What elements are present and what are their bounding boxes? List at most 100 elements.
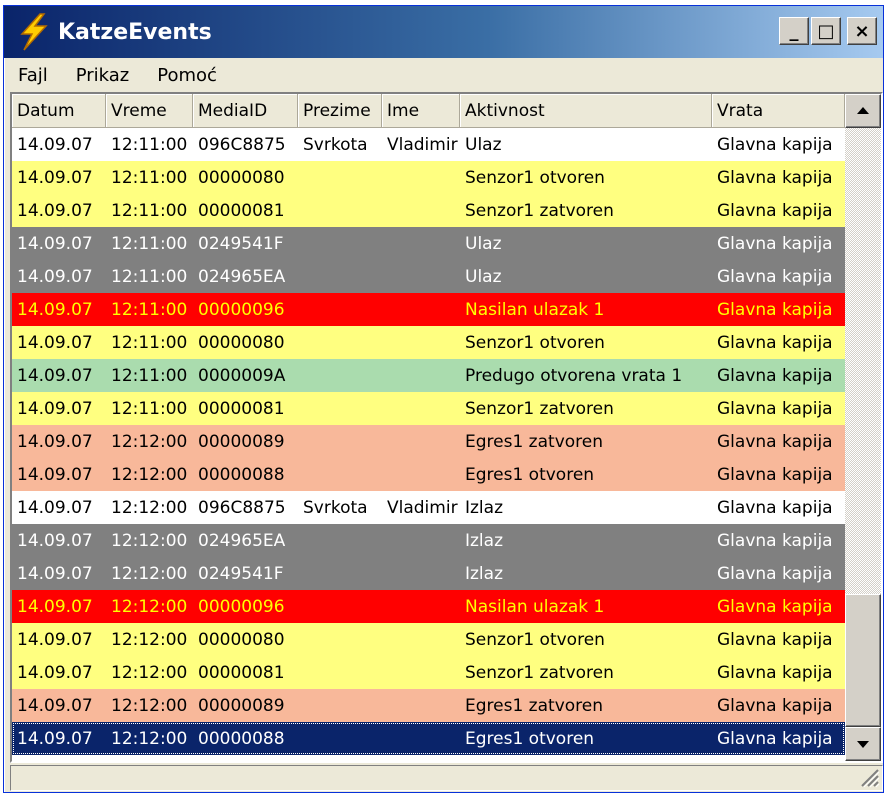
cell-datum: 14.09.07 — [17, 332, 93, 353]
cell-vrata: Glavna kapija — [717, 233, 833, 254]
cell-mediaid: 00000088 — [198, 464, 285, 485]
cell-aktivnost: Nasilan ulazak 1 — [465, 299, 605, 320]
table-row[interactable]: 14.09.07 12:11:00 024965EA Ulaz Glavna kapij… — [12, 260, 845, 293]
table-row[interactable]: 14.09.07 12:11:00 00000081 Senzor1 zatvoren… — [12, 194, 845, 227]
cell-mediaid: 00000081 — [198, 200, 285, 221]
cell-vrata: Glavna kapija — [717, 629, 833, 650]
cell-mediaid: 00000089 — [198, 695, 285, 716]
cell-mediaid: 00000089 — [198, 431, 285, 452]
table-row[interactable]: 14.09.07 12:12:00 00000089 Egres1 zatvoren G… — [12, 689, 845, 722]
cell-vreme: 12:11:00 — [111, 134, 188, 155]
cell-mediaid: 024965EA — [198, 266, 286, 287]
cell-aktivnost: Egres1 otvoren — [465, 728, 595, 749]
cell-mediaid: 096C8875 — [198, 134, 286, 155]
table-row[interactable]: 14.09.07 12:12:00 00000088 Egres1 otvoren Gl… — [12, 458, 845, 491]
cell-ime — [382, 656, 460, 689]
menu-pomoc[interactable]: Pomoć — [153, 65, 221, 86]
cell-datum: 14.09.07 — [17, 695, 93, 716]
scrollbar-thumb[interactable] — [845, 594, 881, 727]
table-row[interactable]: 14.09.07 12:11:00 00000080 Senzor1 otvoren G… — [12, 161, 845, 194]
cell-datum: 14.09.07 — [17, 431, 93, 452]
resize-grip-icon[interactable] — [858, 766, 880, 788]
table-row[interactable]: 14.09.07 12:11:00 0249541F Ulaz Glavna kapij… — [12, 227, 845, 260]
cell-prezime — [298, 425, 382, 458]
cell-ime — [382, 524, 460, 557]
cell-ime — [382, 260, 460, 293]
cell-vrata: Glavna kapija — [717, 497, 833, 518]
table-row[interactable]: 14.09.07 12:11:00 00000096 Nasilan ulazak 1… — [12, 293, 845, 326]
table-row[interactable]: 14.09.07 12:11:00 00000081 Senzor1 zatvoren… — [12, 392, 845, 425]
cell-datum: 14.09.07 — [17, 728, 93, 749]
cell-datum: 14.09.07 — [17, 299, 93, 320]
vertical-scrollbar[interactable] — [845, 94, 881, 761]
cell-mediaid: 00000096 — [198, 299, 285, 320]
table-row[interactable]: 14.09.07 12:12:00 024965EA Izlaz Glavna kapi… — [12, 524, 845, 557]
cell-vrata: Glavna kapija — [717, 266, 833, 287]
cell-datum: 14.09.07 — [17, 134, 93, 155]
cell-ime — [382, 161, 460, 194]
cell-datum: 14.09.07 — [17, 233, 93, 254]
table-row[interactable]: 14.09.07 12:11:00 00000080 Senzor1 otvoren G… — [12, 326, 845, 359]
cell-vreme: 12:12:00 — [111, 629, 188, 650]
table-row[interactable]: 14.09.07 12:12:00 00000088 Egres1 otvoren Gl… — [12, 722, 845, 755]
cell-vrata: Glavna kapija — [717, 167, 833, 188]
cell-aktivnost: Nasilan ulazak 1 — [465, 596, 605, 617]
scroll-down-button[interactable] — [845, 727, 881, 761]
menu-prikaz[interactable]: Prikaz — [72, 65, 134, 86]
table-row[interactable]: 14.09.07 12:11:00 0000009A Predugo otvorena… — [12, 359, 845, 392]
maximize-button[interactable]: □ — [811, 17, 841, 45]
scroll-up-button[interactable] — [845, 94, 881, 128]
cell-aktivnost: Izlaz — [465, 497, 504, 518]
cell-mediaid: 00000081 — [198, 398, 285, 419]
cell-vreme: 12:11:00 — [111, 266, 188, 287]
table-row[interactable]: 14.09.07 12:12:00 00000089 Egres1 zatvoren G… — [12, 425, 845, 458]
cell-prezime — [298, 722, 382, 755]
column-header-vrata[interactable]: Vrata — [712, 94, 845, 128]
cell-vreme: 12:11:00 — [111, 200, 188, 221]
cell-aktivnost: Senzor1 zatvoren — [465, 398, 614, 419]
table-row[interactable]: 14.09.07 12:12:00 0249541F Izlaz Glavna kapi… — [12, 557, 845, 590]
column-header-aktivnost[interactable]: Aktivnost — [460, 94, 712, 128]
arrow-down-icon — [857, 741, 869, 748]
column-header-datum[interactable]: Datum — [12, 94, 106, 128]
list-header: Datum Vreme MediaID Prezime Ime Aktivnos… — [12, 94, 845, 128]
arrow-up-icon — [857, 107, 869, 114]
menu-fajl[interactable]: Fajl — [14, 65, 52, 86]
cell-mediaid: 0249541F — [198, 563, 284, 584]
table-row[interactable]: 14.09.07 12:12:00 096C8875 Svrkota Vladimir I… — [12, 491, 845, 524]
window-title: KatzeEvents — [58, 19, 212, 45]
cell-ime — [382, 623, 460, 656]
cell-vrata: Glavna kapija — [717, 299, 833, 320]
cell-datum: 14.09.07 — [17, 266, 93, 287]
cell-prezime — [298, 293, 382, 326]
cell-mediaid: 00000080 — [198, 629, 285, 650]
cell-aktivnost: Senzor1 otvoren — [465, 629, 605, 650]
cell-ime — [382, 458, 460, 491]
cell-mediaid: 024965EA — [198, 530, 286, 551]
cell-aktivnost: Senzor1 zatvoren — [465, 662, 614, 683]
minimize-button[interactable]: _ — [779, 17, 809, 45]
cell-vreme: 12:12:00 — [111, 431, 188, 452]
title-bar[interactable]: KatzeEvents _ □ × — [4, 6, 883, 58]
table-row[interactable]: 14.09.07 12:11:00 096C8875 Svrkota Vladimir U… — [12, 128, 845, 161]
cell-vrata: Glavna kapija — [717, 563, 833, 584]
column-header-ime[interactable]: Ime — [382, 94, 460, 128]
cell-aktivnost: Ulaz — [465, 266, 502, 287]
cell-datum: 14.09.07 — [17, 596, 93, 617]
close-button[interactable]: × — [847, 17, 877, 45]
table-row[interactable]: 14.09.07 12:12:00 00000096 Nasilan ulazak 1… — [12, 590, 845, 623]
list-rows: 14.09.07 12:11:00 096C8875 Svrkota Vladimir U… — [12, 128, 845, 755]
column-header-prezime[interactable]: Prezime — [298, 94, 382, 128]
cell-aktivnost: Senzor1 otvoren — [465, 167, 605, 188]
cell-mediaid: 0249541F — [198, 233, 284, 254]
table-row[interactable]: 14.09.07 12:12:00 00000081 Senzor1 zatvoren… — [12, 656, 845, 689]
cell-ime — [382, 359, 460, 392]
column-header-mediaid[interactable]: MediaID — [193, 94, 298, 128]
cell-vreme: 12:12:00 — [111, 530, 188, 551]
minimize-icon: _ — [789, 20, 799, 42]
table-row[interactable]: 14.09.07 12:12:00 00000080 Senzor1 otvoren G… — [12, 623, 845, 656]
cell-ime — [382, 590, 460, 623]
column-header-vreme[interactable]: Vreme — [106, 94, 193, 128]
cell-aktivnost: Egres1 zatvoren — [465, 695, 604, 716]
cell-prezime — [298, 458, 382, 491]
